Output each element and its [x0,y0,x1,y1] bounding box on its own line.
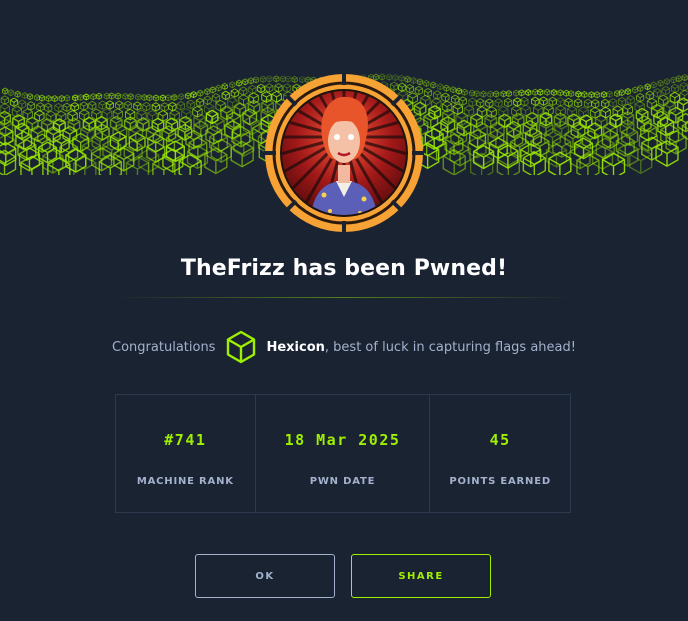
user-name[interactable]: Hexicon [266,340,324,355]
machine-avatar [264,73,424,233]
points-earned-label: POINTS EARNED [449,476,551,487]
stat-points-earned: 45 POINTS EARNED [429,395,570,512]
pwn-date-label: PWN DATE [309,476,376,487]
green-cube-icon [225,330,257,364]
share-button[interactable]: SHARE [351,554,491,598]
stat-machine-rank: #741 MACHINE RANK [116,395,255,512]
machine-rank-value: #741 [164,431,207,449]
title-divider [114,297,574,298]
ok-button[interactable]: OK [195,554,335,598]
pwned-dialog: TheFrizz has been Pwned! Congratulations… [0,0,688,621]
stats-panel: #741 MACHINE RANK 18 Mar 2025 PWN DATE 4… [115,394,571,513]
pwn-date-value: 18 Mar 2025 [284,431,401,449]
congrats-suffix: , best of luck in capturing flags ahead! [324,339,576,355]
points-earned-value: 45 [489,431,511,449]
congrats-prefix: Congratulations [112,339,216,355]
machine-rank-label: MACHINE RANK [136,476,234,487]
congrats-message: Congratulations Hexicon , best of luck i… [0,328,688,366]
stat-pwn-date: 18 Mar 2025 PWN DATE [254,395,430,512]
pwned-title: TheFrizz has been Pwned! [180,256,508,281]
